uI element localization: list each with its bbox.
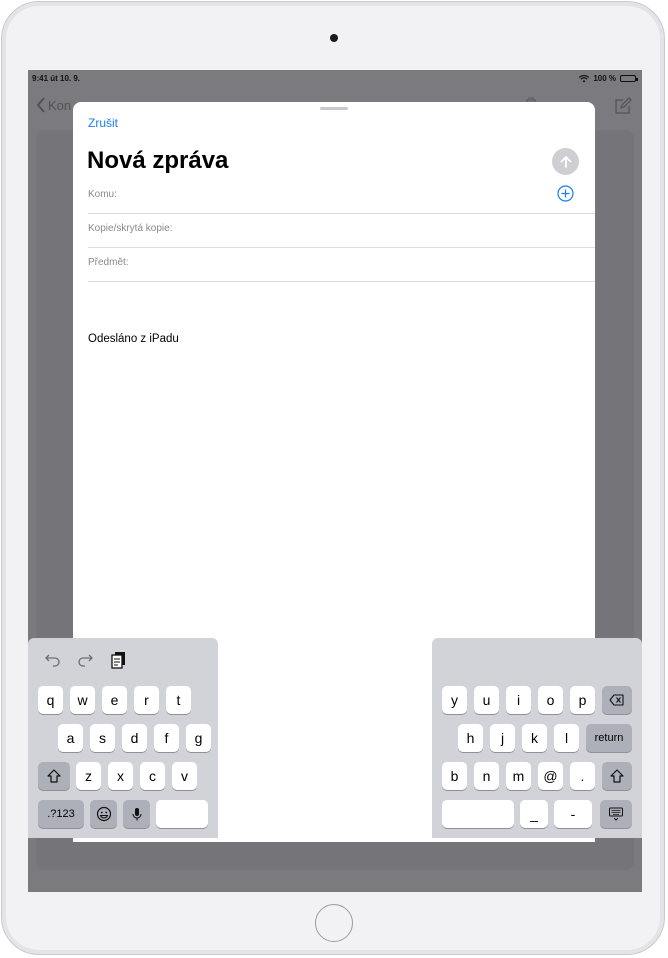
split-keyboard-right: y u i o p h j k l return b n m @ . _ - [432, 638, 642, 838]
background-back-button: Kon [36, 97, 71, 113]
key-m[interactable]: m [506, 762, 531, 790]
undo-icon[interactable] [42, 648, 64, 670]
space-key-left[interactable] [156, 800, 208, 828]
key-hyphen[interactable]: - [554, 800, 592, 828]
key-u[interactable]: u [474, 686, 499, 714]
cc-bcc-input[interactable] [188, 218, 572, 242]
subject-field[interactable]: Předmět: [88, 248, 595, 282]
shift-icon [47, 769, 61, 783]
shift-key[interactable] [38, 762, 70, 790]
background-back-label: Kon [48, 97, 72, 113]
sheet-grabber[interactable] [320, 107, 348, 110]
numbers-key[interactable]: .?123 [38, 800, 84, 828]
key-underscore[interactable]: _ [520, 800, 548, 828]
key-f[interactable]: f [154, 724, 179, 752]
send-arrow-icon [560, 155, 571, 168]
microphone-icon [131, 808, 142, 821]
key-x[interactable]: x [108, 762, 133, 790]
key-j[interactable]: j [490, 724, 515, 752]
delete-icon [609, 694, 624, 706]
shift-key-right[interactable] [602, 762, 632, 790]
key-g[interactable]: g [186, 724, 211, 752]
redo-icon[interactable] [74, 648, 96, 670]
to-input[interactable] [158, 184, 542, 208]
subject-input[interactable] [140, 252, 524, 276]
delete-key[interactable] [602, 686, 632, 714]
paste-icon[interactable] [108, 648, 130, 670]
send-button[interactable] [552, 148, 579, 175]
key-h[interactable]: h [458, 724, 483, 752]
home-button[interactable] [315, 904, 353, 942]
cc-bcc-label: Kopie/skrytá kopie: [88, 223, 173, 234]
key-k[interactable]: k [522, 724, 547, 752]
key-s[interactable]: s [90, 724, 115, 752]
key-d[interactable]: d [122, 724, 147, 752]
status-bar: 9:41 út 10. 9. 100 % [28, 70, 642, 88]
key-z[interactable]: z [76, 762, 101, 790]
cc-bcc-field[interactable]: Kopie/skrytá kopie: [88, 214, 595, 248]
key-r[interactable]: r [134, 686, 159, 714]
key-l[interactable]: l [554, 724, 579, 752]
message-body-signature[interactable]: Odesláno z iPadu [88, 333, 179, 345]
battery-percent: 100 % [593, 74, 616, 83]
compose-icon [615, 97, 632, 114]
key-n[interactable]: n [474, 762, 499, 790]
key-q[interactable]: q [38, 686, 63, 714]
page-title: Nová zpráva [87, 147, 229, 174]
cancel-button[interactable]: Zrušit [88, 116, 118, 130]
key-o[interactable]: o [538, 686, 563, 714]
to-label: Komu: [88, 189, 117, 200]
space-key-right[interactable] [442, 800, 514, 828]
split-keyboard-left: q w e r t a s d f g z x c v .?123 [28, 638, 218, 838]
key-b[interactable]: b [442, 762, 467, 790]
to-field[interactable]: Komu: [88, 180, 595, 214]
wifi-icon [579, 74, 590, 82]
key-v[interactable]: v [172, 762, 197, 790]
key-w[interactable]: w [70, 686, 95, 714]
chevron-left-icon [36, 97, 45, 113]
emoji-key[interactable] [90, 800, 117, 828]
battery-icon [620, 75, 638, 82]
emoji-icon [96, 806, 111, 822]
key-a[interactable]: a [58, 724, 83, 752]
key-i[interactable]: i [506, 686, 531, 714]
keyboard-dismiss-icon [609, 807, 623, 821]
subject-label: Předmět: [88, 257, 129, 268]
ipad-frame: 9:41 út 10. 9. 100 % Kon Zrušit Nová zpr… [1, 1, 665, 955]
key-at[interactable]: @ [538, 762, 563, 790]
status-time: 9:41 út 10. 9. [32, 74, 81, 83]
dismiss-keyboard-key[interactable] [600, 800, 632, 828]
key-y[interactable]: y [442, 686, 467, 714]
add-contact-icon[interactable] [557, 185, 574, 202]
camera [330, 34, 338, 42]
screen: 9:41 út 10. 9. 100 % Kon Zrušit Nová zpr… [28, 70, 642, 892]
key-t[interactable]: t [166, 686, 191, 714]
key-period[interactable]: . [570, 762, 595, 790]
return-key[interactable]: return [586, 724, 632, 752]
key-c[interactable]: c [140, 762, 165, 790]
key-e[interactable]: e [102, 686, 127, 714]
shift-icon [610, 769, 624, 783]
status-right: 100 % [579, 74, 638, 83]
dictation-key[interactable] [123, 800, 150, 828]
key-p[interactable]: p [570, 686, 595, 714]
